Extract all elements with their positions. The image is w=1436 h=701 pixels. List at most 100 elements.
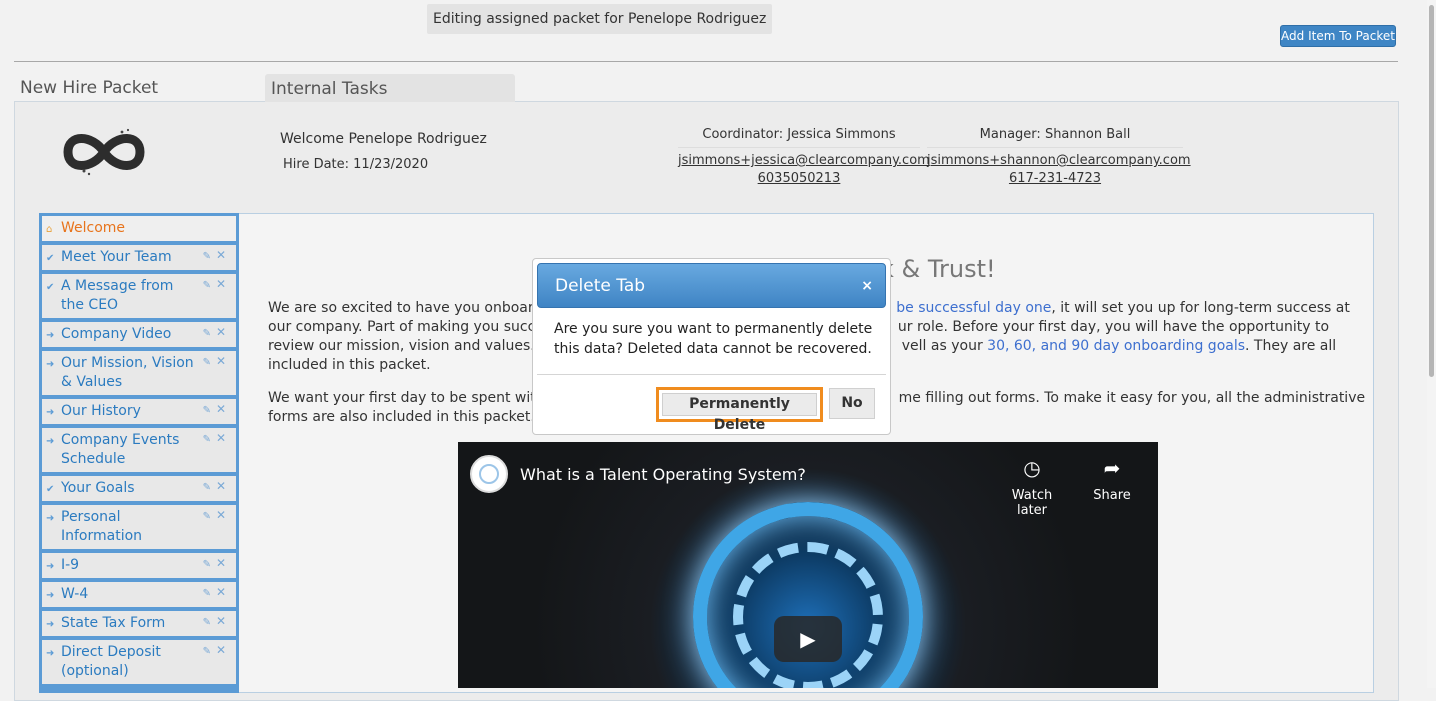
delete-icon[interactable]: ✕ bbox=[216, 477, 226, 496]
edit-icon[interactable]: ✎ bbox=[203, 353, 211, 372]
tab-internal-tasks[interactable]: Internal Tasks bbox=[265, 74, 515, 102]
add-item-button[interactable]: Add Item To Packet bbox=[1280, 25, 1396, 47]
check-icon: ✔ bbox=[46, 282, 55, 293]
arrow-right-icon: ➜ bbox=[46, 330, 55, 341]
edit-icon[interactable]: ✎ bbox=[203, 642, 211, 661]
dialog-title: Delete Tab bbox=[555, 276, 646, 296]
delete-icon[interactable]: ✕ bbox=[216, 352, 226, 371]
coordinator-phone-link[interactable]: 6035050213 bbox=[678, 170, 920, 188]
goals-link[interactable]: 30, 60, and 90 day onboarding goals bbox=[987, 338, 1245, 354]
sidebar-item-label: Our Mission, Vision & Values bbox=[61, 355, 194, 390]
edit-icon[interactable]: ✎ bbox=[203, 555, 211, 574]
edit-icon[interactable]: ✎ bbox=[203, 507, 211, 526]
dialog-divider bbox=[537, 374, 886, 375]
sidebar-item-personal-info[interactable]: ➜ Personal Information ✎ ✕ bbox=[42, 505, 236, 549]
check-icon: ✔ bbox=[46, 253, 55, 264]
packet-title: New Hire Packet bbox=[20, 78, 159, 98]
sidebar-item-label: Company Events Schedule bbox=[61, 432, 180, 467]
hire-date: Hire Date: 11/23/2020 bbox=[283, 157, 429, 172]
sidebar-item-label: Company Video bbox=[61, 326, 172, 342]
welcome-heading: k & Trust! bbox=[880, 255, 996, 283]
sidebar-item-label: Welcome bbox=[61, 220, 126, 236]
sidebar-item-company-video[interactable]: ➜ Company Video ✎ ✕ bbox=[42, 322, 236, 347]
manager-email-link[interactable]: jsimmons+shannon@clearcompany.com bbox=[927, 152, 1191, 170]
share-icon: ➦ bbox=[1103, 456, 1121, 480]
sidebar-item-state-tax[interactable]: ➜ State Tax Form ✎ ✕ bbox=[42, 611, 236, 636]
check-icon: ✔ bbox=[46, 484, 55, 495]
delete-icon[interactable]: ✕ bbox=[216, 583, 226, 602]
video-thumbnail-inner-ring bbox=[733, 542, 883, 688]
success-link[interactable]: be successful day one bbox=[896, 300, 1051, 316]
editing-banner: Editing assigned packet for Penelope Rod… bbox=[427, 4, 773, 34]
sidebar-item-events[interactable]: ➜ Company Events Schedule ✎ ✕ bbox=[42, 428, 236, 472]
arrow-right-icon: ➜ bbox=[46, 436, 55, 447]
sidebar-item-label: Direct Deposit (optional) bbox=[61, 644, 161, 679]
arrow-right-icon: ➜ bbox=[46, 513, 55, 524]
watch-later-label: Watch later bbox=[1011, 488, 1053, 518]
paragraph-2-line-2: forms are also included in this packet. bbox=[268, 409, 535, 425]
edit-icon[interactable]: ✎ bbox=[203, 584, 211, 603]
watch-later-button[interactable]: ◷ Watch later bbox=[997, 456, 1067, 518]
manager-contact: Manager: Shannon Ball jsimmons+shannon@c… bbox=[927, 126, 1191, 188]
arrow-right-icon: ➜ bbox=[46, 561, 55, 572]
play-icon: ▶ bbox=[800, 627, 816, 651]
edit-icon[interactable]: ✎ bbox=[203, 478, 211, 497]
arrow-right-icon: ➜ bbox=[46, 619, 55, 630]
sidebar-item-label: Our History bbox=[61, 403, 141, 419]
home-icon: ⌂ bbox=[46, 224, 53, 235]
manager-phone-link[interactable]: 617-231-4723 bbox=[927, 170, 1183, 188]
welcome-name: Welcome Penelope Rodriguez bbox=[280, 131, 487, 147]
clock-icon: ◷ bbox=[1023, 456, 1041, 480]
sidebar-item-message-ceo[interactable]: ✔ A Message from the CEO ✎ ✕ bbox=[42, 274, 236, 318]
sidebar-item-mission[interactable]: ➜ Our Mission, Vision & Values ✎ ✕ bbox=[42, 351, 236, 395]
sidebar-item-welcome[interactable]: ⌂ Welcome bbox=[42, 216, 236, 241]
sidebar-item-goals[interactable]: ✔ Your Goals ✎ ✕ bbox=[42, 476, 236, 501]
arrow-right-icon: ➜ bbox=[46, 648, 55, 659]
share-label: Share bbox=[1093, 488, 1131, 503]
manager-name: Manager: Shannon Ball bbox=[927, 126, 1183, 148]
dialog-message: Are you sure you want to permanently del… bbox=[554, 321, 873, 357]
video-player[interactable]: What is a Talent Operating System? ◷ Wat… bbox=[458, 442, 1158, 688]
edit-icon[interactable]: ✎ bbox=[203, 324, 211, 343]
sidebar-item-w4[interactable]: ➜ W-4 ✎ ✕ bbox=[42, 582, 236, 607]
delete-icon[interactable]: ✕ bbox=[216, 323, 226, 342]
delete-icon[interactable]: ✕ bbox=[216, 641, 226, 660]
delete-icon[interactable]: ✕ bbox=[216, 429, 226, 448]
delete-icon[interactable]: ✕ bbox=[216, 554, 226, 573]
video-title[interactable]: What is a Talent Operating System? bbox=[520, 465, 806, 484]
play-button[interactable]: ▶ bbox=[774, 616, 842, 662]
sidebar-item-label: Personal Information bbox=[61, 509, 143, 544]
edit-icon[interactable]: ✎ bbox=[203, 276, 211, 295]
page-scrollbar[interactable] bbox=[1427, 0, 1436, 688]
paragraph-1-line-4: included in this packet. bbox=[268, 357, 431, 373]
coordinator-email-link[interactable]: jsimmons+jessica@clearcompany.com bbox=[678, 152, 930, 170]
sidebar-item-history[interactable]: ➜ Our History ✎ ✕ bbox=[42, 399, 236, 424]
sidebar-item-label: State Tax Form bbox=[61, 615, 166, 631]
scrollbar-thumb[interactable] bbox=[1429, 5, 1434, 377]
sidebar-item-direct-deposit[interactable]: ➜ Direct Deposit (optional) ✎ ✕ bbox=[42, 640, 236, 684]
delete-icon[interactable]: ✕ bbox=[216, 275, 226, 294]
arrow-right-icon: ➜ bbox=[46, 359, 55, 370]
sidebar-item-i9[interactable]: ➜ I-9 ✎ ✕ bbox=[42, 553, 236, 578]
dialog-header: Delete Tab × bbox=[537, 263, 886, 308]
delete-icon[interactable]: ✕ bbox=[216, 612, 226, 631]
no-button[interactable]: No bbox=[829, 388, 875, 419]
permanently-delete-label: Permanently Delete bbox=[662, 393, 817, 433]
channel-avatar[interactable] bbox=[470, 455, 508, 493]
permanently-delete-button[interactable]: Permanently Delete bbox=[656, 387, 823, 433]
delete-tab-dialog: Delete Tab × Are you sure you want to pe… bbox=[532, 258, 891, 435]
delete-icon[interactable]: ✕ bbox=[216, 400, 226, 419]
share-button[interactable]: ➦ Share bbox=[1087, 456, 1137, 503]
edit-icon[interactable]: ✎ bbox=[203, 430, 211, 449]
sidebar-item-meet-your-team[interactable]: ✔ Meet Your Team ✎ ✕ bbox=[42, 245, 236, 270]
edit-icon[interactable]: ✎ bbox=[203, 401, 211, 420]
close-icon[interactable]: × bbox=[861, 264, 873, 309]
sidebar-item-label: Meet Your Team bbox=[61, 249, 172, 265]
edit-icon[interactable]: ✎ bbox=[203, 613, 211, 632]
arrow-right-icon: ➜ bbox=[46, 407, 55, 418]
sidebar-item-label: I-9 bbox=[61, 557, 80, 573]
delete-icon[interactable]: ✕ bbox=[216, 246, 226, 265]
edit-icon[interactable]: ✎ bbox=[203, 247, 211, 266]
sidebar-item-label: A Message from the CEO bbox=[61, 278, 174, 313]
delete-icon[interactable]: ✕ bbox=[216, 506, 226, 525]
